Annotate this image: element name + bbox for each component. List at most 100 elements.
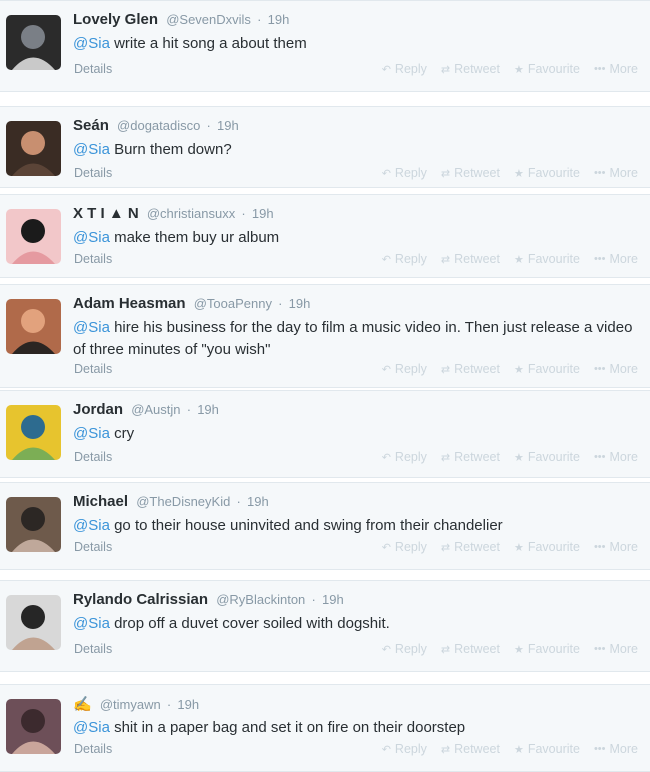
more-button[interactable]: ••• More <box>594 450 638 464</box>
avatar[interactable] <box>6 209 61 264</box>
avatar[interactable] <box>6 405 61 460</box>
display-name[interactable]: X T I ▲ N <box>73 205 139 222</box>
avatar[interactable] <box>6 121 61 176</box>
avatar[interactable] <box>6 15 61 70</box>
avatar[interactable] <box>6 299 61 354</box>
mention-link[interactable]: @Sia <box>73 719 110 736</box>
user-handle[interactable]: @TooaPenny <box>194 296 272 311</box>
user-handle[interactable]: @timyawn <box>100 697 161 712</box>
avatar[interactable] <box>6 595 61 650</box>
tweet-item[interactable]: Jordan @Austjn · 19h @Sia cry Details ↶ … <box>0 390 650 478</box>
display-name[interactable]: Adam Heasman <box>73 295 186 312</box>
reply-button[interactable]: ↶ Reply <box>382 362 427 376</box>
retweet-button[interactable]: ⇄ Retweet <box>441 62 500 76</box>
avatar[interactable] <box>6 497 61 552</box>
favourite-button[interactable]: ★ Favourite <box>514 642 580 656</box>
timestamp[interactable]: 19h <box>197 402 219 417</box>
details-link[interactable]: Details <box>74 62 112 76</box>
user-handle[interactable]: @RyBlackinton <box>216 592 305 607</box>
timestamp[interactable]: 19h <box>247 494 269 509</box>
mention-link[interactable]: @Sia <box>73 425 110 442</box>
display-name[interactable]: Jordan <box>73 401 123 418</box>
tweet-item[interactable]: Seán @dogatadisco · 19h @Sia Burn them d… <box>0 106 650 188</box>
tweet-actions: ↶ Reply ⇄ Retweet ★ Favourite ••• More <box>382 450 638 464</box>
tweet-item[interactable]: Rylando Calrissian @RyBlackinton · 19h @… <box>0 580 650 672</box>
reply-button[interactable]: ↶ Reply <box>382 450 427 464</box>
details-link[interactable]: Details <box>74 642 112 656</box>
mention-link[interactable]: @Sia <box>73 517 110 534</box>
timestamp[interactable]: 19h <box>217 118 239 133</box>
mention-link[interactable]: @Sia <box>73 141 110 158</box>
favourite-button[interactable]: ★ Favourite <box>514 252 580 266</box>
more-button[interactable]: ••• More <box>594 62 638 76</box>
display-name[interactable]: Michael <box>73 493 128 510</box>
more-button[interactable]: ••• More <box>594 252 638 266</box>
details-link[interactable]: Details <box>74 742 112 756</box>
retweet-button[interactable]: ⇄ Retweet <box>441 742 500 756</box>
reply-button[interactable]: ↶ Reply <box>382 166 427 180</box>
favourite-button[interactable]: ★ Favourite <box>514 540 580 554</box>
retweet-button[interactable]: ⇄ Retweet <box>441 540 500 554</box>
reply-button[interactable]: ↶ Reply <box>382 742 427 756</box>
timestamp[interactable]: 19h <box>268 12 290 27</box>
user-handle[interactable]: @SevenDxvils <box>166 12 251 27</box>
tweet-header: Jordan @Austjn · 19h <box>73 401 219 418</box>
details-link[interactable]: Details <box>74 252 112 266</box>
mention-link[interactable]: @Sia <box>73 615 110 632</box>
separator: · <box>311 592 316 607</box>
display-name[interactable]: Lovely Glen <box>73 11 158 28</box>
details-link[interactable]: Details <box>74 362 112 376</box>
tweet-item[interactable]: Lovely Glen @SevenDxvils · 19h @Sia writ… <box>0 0 650 92</box>
timestamp[interactable]: 19h <box>322 592 344 607</box>
display-name[interactable]: Rylando Calrissian <box>73 591 208 608</box>
favourite-button[interactable]: ★ Favourite <box>514 166 580 180</box>
reply-button[interactable]: ↶ Reply <box>382 252 427 266</box>
mention-link[interactable]: @Sia <box>73 35 110 52</box>
reply-label: Reply <box>394 166 427 180</box>
user-handle[interactable]: @Austjn <box>131 402 180 417</box>
retweet-button[interactable]: ⇄ Retweet <box>441 252 500 266</box>
tweet-item[interactable]: Adam Heasman @TooaPenny · 19h @Sia hire … <box>0 284 650 388</box>
details-link[interactable]: Details <box>74 540 112 554</box>
tweet-header: Michael @TheDisneyKid · 19h <box>73 493 269 510</box>
tweet-text: @Sia go to their house uninvited and swi… <box>73 515 638 537</box>
more-button[interactable]: ••• More <box>594 540 638 554</box>
tweet-body: shit in a paper bag and set it on fire o… <box>109 719 466 736</box>
more-button[interactable]: ••• More <box>594 742 638 756</box>
user-handle[interactable]: @TheDisneyKid <box>136 494 230 509</box>
mention-link[interactable]: @Sia <box>73 319 110 336</box>
reply-button[interactable]: ↶ Reply <box>382 642 427 656</box>
retweet-button[interactable]: ⇄ Retweet <box>441 166 500 180</box>
more-button[interactable]: ••• More <box>594 166 638 180</box>
mention-link[interactable]: @Sia <box>73 229 110 246</box>
star-icon: ★ <box>513 167 524 180</box>
retweet-button[interactable]: ⇄ Retweet <box>441 362 500 376</box>
details-link[interactable]: Details <box>74 166 112 180</box>
favourite-button[interactable]: ★ Favourite <box>514 450 580 464</box>
favourite-button[interactable]: ★ Favourite <box>514 62 580 76</box>
tweet-item[interactable]: X T I ▲ N @christiansuxx · 19h @Sia make… <box>0 194 650 278</box>
retweet-label: Retweet <box>454 450 500 464</box>
separator: · <box>166 697 172 712</box>
favourite-button[interactable]: ★ Favourite <box>514 362 580 376</box>
more-button[interactable]: ••• More <box>594 642 638 656</box>
separator: · <box>206 118 211 133</box>
tweet-item[interactable]: Michael @TheDisneyKid · 19h @Sia go to t… <box>0 482 650 570</box>
reply-button[interactable]: ↶ Reply <box>382 62 427 76</box>
display-name[interactable]: Seán <box>73 117 109 134</box>
avatar[interactable] <box>6 699 61 754</box>
details-link[interactable]: Details <box>74 450 112 464</box>
reply-button[interactable]: ↶ Reply <box>382 540 427 554</box>
retweet-button[interactable]: ⇄ Retweet <box>441 642 500 656</box>
display-name[interactable]: ✍ <box>73 696 92 713</box>
timestamp[interactable]: 19h <box>177 697 199 712</box>
tweet-item[interactable]: ✍ @timyawn · 19h @Sia shit in a paper ba… <box>0 684 650 772</box>
tweet-text: @Sia drop off a duvet cover soiled with … <box>73 613 638 635</box>
more-button[interactable]: ••• More <box>594 362 638 376</box>
timestamp[interactable]: 19h <box>252 206 274 221</box>
retweet-button[interactable]: ⇄ Retweet <box>441 450 500 464</box>
user-handle[interactable]: @christiansuxx <box>147 206 235 221</box>
timestamp[interactable]: 19h <box>289 296 311 311</box>
favourite-button[interactable]: ★ Favourite <box>514 742 580 756</box>
user-handle[interactable]: @dogatadisco <box>117 118 200 133</box>
